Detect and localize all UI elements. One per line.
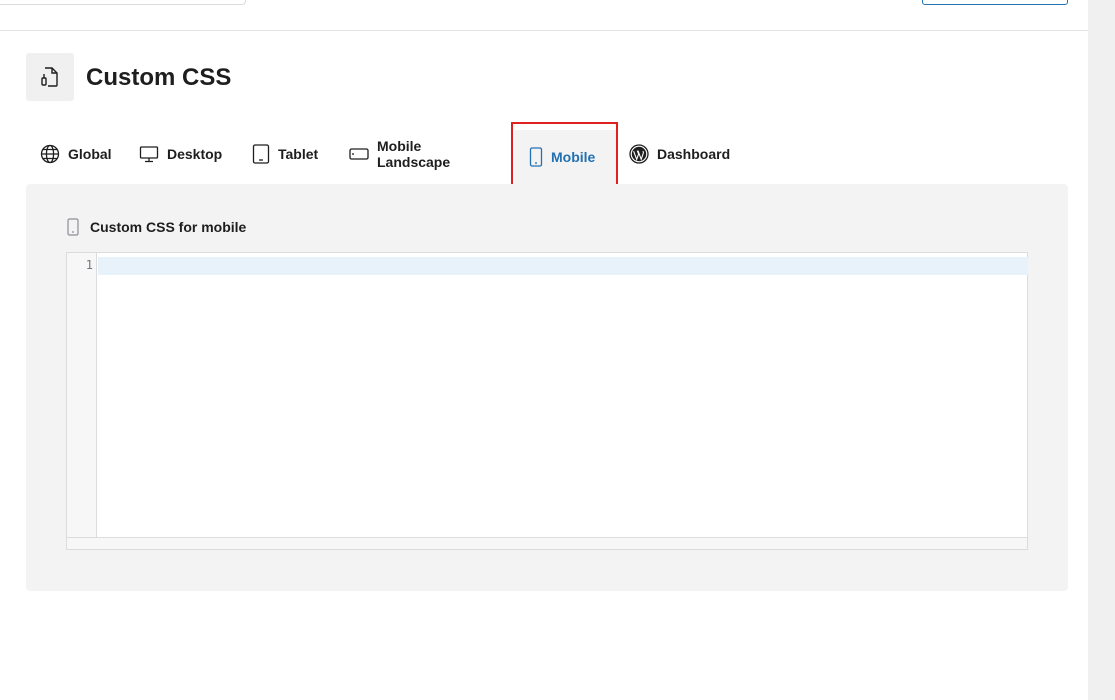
tab-label: Tablet — [278, 146, 319, 162]
line-number: 1 — [85, 258, 93, 272]
tab-label: Mobile Landscape — [377, 138, 451, 170]
tablet-icon — [252, 144, 270, 164]
tab-label: Global — [68, 146, 112, 162]
tab-mobile-landscape[interactable]: Mobile Landscape — [335, 127, 464, 181]
mobile-icon — [67, 218, 79, 236]
top-action-button[interactable] — [922, 0, 1068, 5]
tab-desktop[interactable]: Desktop — [125, 127, 236, 181]
main-content: Custom CSS Global Desktop Tablet Mobile … — [0, 0, 1088, 700]
tab-label: Desktop — [167, 146, 223, 162]
css-file-icon — [26, 53, 74, 101]
top-search-field[interactable] — [0, 0, 246, 5]
wordpress-icon — [629, 144, 649, 164]
page-title: Custom CSS — [86, 64, 232, 91]
tab-dashboard[interactable]: Dashboard — [615, 127, 744, 181]
line-number-gutter: 1 — [67, 253, 97, 537]
tab-label: Mobile — [551, 149, 596, 165]
tab-tablet[interactable]: Tablet — [238, 127, 332, 181]
panel-heading-label: Custom CSS for mobile — [90, 219, 247, 235]
tab-mobile[interactable]: Mobile — [515, 130, 617, 184]
active-line-highlight — [98, 257, 1028, 275]
mobile-icon — [529, 147, 543, 167]
vertical-scrollbar[interactable] — [1088, 0, 1115, 700]
css-code-editor[interactable]: 1 — [66, 252, 1028, 550]
header-divider — [0, 30, 1088, 31]
tab-label: Dashboard — [657, 146, 731, 162]
mobile-landscape-icon — [349, 148, 369, 160]
globe-icon — [40, 144, 60, 164]
desktop-icon — [139, 146, 159, 163]
tab-global[interactable]: Global — [26, 127, 126, 181]
editor-horizontal-scrollbar[interactable] — [67, 537, 1027, 549]
panel-heading: Custom CSS for mobile — [66, 218, 246, 236]
